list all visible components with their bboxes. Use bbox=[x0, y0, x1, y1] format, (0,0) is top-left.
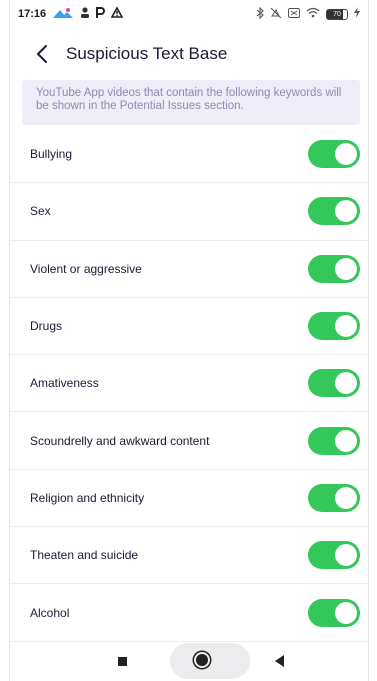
page-header: Suspicious Text Base bbox=[10, 36, 368, 72]
keyword-toggle[interactable] bbox=[308, 426, 360, 455]
p-icon bbox=[96, 6, 106, 22]
keyword-label: Scoundrelly and awkward content bbox=[30, 433, 210, 448]
keyword-list: Bullying Sex Violent or aggressive Drugs Ama… bbox=[10, 126, 368, 642]
back-icon bbox=[274, 655, 284, 667]
keyword-row: Drugs bbox=[10, 298, 368, 356]
status-bar: 17:16 70 bbox=[10, 0, 368, 28]
mute-icon bbox=[270, 7, 282, 22]
keyword-row: Scoundrelly and awkward content bbox=[10, 412, 368, 470]
bluetooth-icon bbox=[256, 6, 264, 22]
recent-apps-icon bbox=[117, 656, 127, 666]
keyword-toggle[interactable] bbox=[308, 197, 360, 226]
status-bar-right: 70 bbox=[256, 6, 360, 22]
charging-icon bbox=[354, 7, 360, 21]
warning-icon bbox=[110, 6, 124, 21]
keyword-label: Religion and ethnicity bbox=[30, 490, 145, 505]
keyword-label: Amativeness bbox=[30, 376, 99, 391]
person-icon bbox=[80, 6, 90, 22]
toggle-knob bbox=[335, 544, 357, 567]
toggle-knob bbox=[335, 315, 357, 338]
page-title: Suspicious Text Base bbox=[66, 44, 228, 63]
keyword-label: Drugs bbox=[30, 319, 63, 334]
keyword-label: Violent or aggressive bbox=[30, 261, 142, 276]
keyword-toggle[interactable] bbox=[308, 369, 360, 398]
keyword-row: Bullying bbox=[10, 126, 368, 184]
status-bar-left: 17:16 bbox=[18, 6, 124, 22]
keyword-row: Alcohol bbox=[10, 584, 368, 642]
keyword-toggle[interactable] bbox=[308, 598, 360, 627]
battery-icon: 70 bbox=[326, 8, 348, 20]
keyword-label: Bullying bbox=[30, 147, 73, 162]
toggle-knob bbox=[335, 486, 357, 509]
back-button[interactable] bbox=[22, 36, 62, 72]
system-nav-bar bbox=[10, 641, 368, 681]
keyword-row: Religion and ethnicity bbox=[10, 470, 368, 528]
wifi-icon bbox=[306, 7, 320, 21]
toggle-knob bbox=[335, 200, 357, 223]
home-icon bbox=[196, 654, 208, 666]
keyword-toggle[interactable] bbox=[308, 140, 360, 169]
status-time: 17:16 bbox=[18, 8, 47, 20]
phone-screen: 17:16 70 Suspicious Text Base YouTube Ap… bbox=[9, 0, 369, 681]
keyword-label: Alcohol bbox=[30, 605, 70, 620]
toggle-knob bbox=[335, 143, 357, 166]
toggle-knob bbox=[335, 601, 357, 624]
toggle-knob bbox=[335, 257, 357, 280]
keyword-label: Sex bbox=[30, 204, 51, 219]
keyword-row: Sex bbox=[10, 183, 368, 241]
keyword-row: Theaten and suicide bbox=[10, 527, 368, 585]
keyword-toggle[interactable] bbox=[308, 254, 360, 283]
chevron-left-icon bbox=[37, 45, 47, 63]
system-back-button[interactable] bbox=[272, 654, 286, 668]
keyword-label: Theaten and suicide bbox=[30, 548, 139, 563]
recent-apps-button[interactable] bbox=[116, 655, 128, 667]
keyword-row: Amativeness bbox=[10, 355, 368, 413]
app-logo-icon bbox=[52, 7, 74, 22]
sim-icon bbox=[288, 7, 300, 21]
info-notice: YouTube App videos that contain the foll… bbox=[22, 80, 360, 125]
keyword-row: Violent or aggressive bbox=[10, 241, 368, 298]
keyword-toggle[interactable] bbox=[308, 483, 360, 512]
home-button[interactable] bbox=[192, 650, 212, 670]
keyword-toggle[interactable] bbox=[308, 312, 360, 341]
toggle-knob bbox=[335, 429, 357, 452]
toggle-knob bbox=[335, 372, 357, 395]
keyword-toggle[interactable] bbox=[308, 541, 360, 570]
